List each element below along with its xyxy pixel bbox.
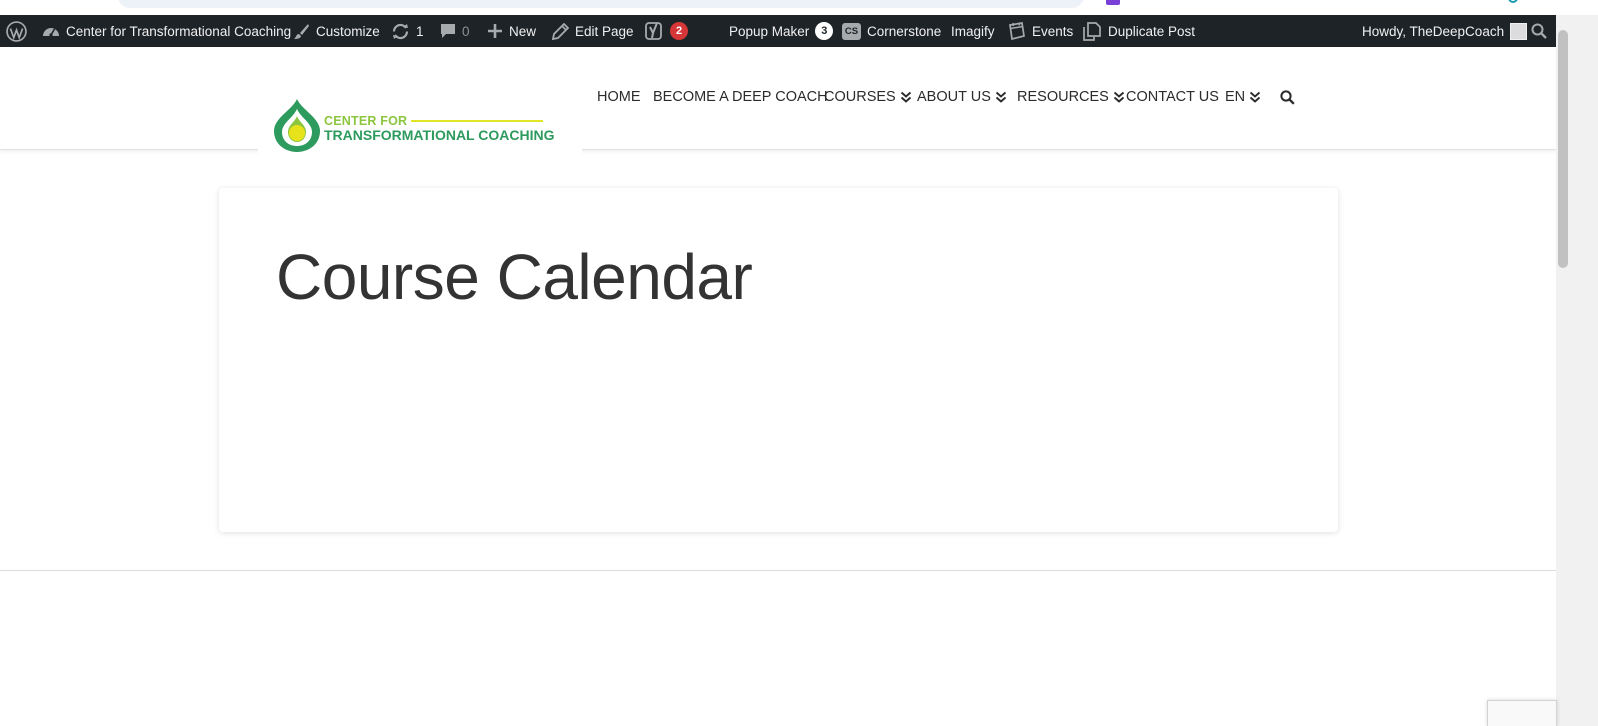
recaptcha-badge — [1487, 700, 1557, 726]
wp-logo-menu[interactable] — [6, 15, 27, 47]
logo-text-line2: TRANSFORMATIONAL COACHING — [324, 127, 555, 143]
comments-link[interactable]: 0 — [440, 15, 470, 47]
nav-label: CONTACT US — [1126, 89, 1219, 105]
yoast-seo-menu[interactable]: 2 — [644, 15, 688, 47]
duplicate-post-label: Duplicate Post — [1108, 23, 1196, 39]
yoast-notification-badge: 2 — [670, 22, 688, 40]
site-name-label: Center for Transformational Coaching — [66, 23, 292, 39]
imagify-label: Imagify — [951, 23, 995, 39]
updates-link[interactable]: 1 — [391, 15, 424, 47]
edit-page-link[interactable]: Edit Page — [552, 15, 634, 47]
cornerstone-label: Cornerstone — [867, 23, 942, 39]
search-icon — [1531, 23, 1547, 39]
section-divider — [0, 570, 1556, 571]
nav-label: ABOUT US — [917, 89, 991, 105]
updates-count: 1 — [416, 23, 424, 39]
my-account-menu[interactable]: Howdy, TheDeepCoach — [1362, 15, 1528, 47]
browser-chrome-strip — [0, 0, 1598, 15]
nav-courses[interactable]: COURSES — [824, 86, 912, 108]
imagify-menu[interactable]: Imagify — [951, 15, 995, 47]
nav-resources[interactable]: RESOURCES — [1017, 86, 1125, 108]
popup-maker-badge: 3 — [815, 22, 834, 40]
wordpress-icon — [6, 20, 27, 42]
wp-admin-bar: Center for Transformational Coaching Cus… — [0, 15, 1598, 47]
nav-contact-us[interactable]: CONTACT US — [1126, 86, 1219, 108]
edit-page-label: Edit Page — [575, 23, 634, 39]
yoast-icon — [645, 22, 662, 40]
nav-label: BECOME A DEEP COACH — [653, 89, 828, 105]
nav-label: COURSES — [824, 89, 896, 105]
dashboard-icon — [43, 28, 59, 37]
pencil-icon — [552, 22, 569, 40]
site-name-menu[interactable]: Center for Transformational Coaching — [42, 15, 291, 47]
nav-language-en[interactable]: EN — [1225, 86, 1261, 108]
events-label: Events — [1032, 23, 1074, 39]
chevron-down-icon — [1113, 91, 1124, 103]
admin-search-button[interactable] — [1531, 15, 1547, 47]
new-content-menu[interactable]: New — [487, 15, 536, 47]
nav-about-us[interactable]: ABOUT US — [917, 86, 1007, 108]
nav-label: RESOURCES — [1017, 89, 1109, 105]
popup-maker-label: Popup Maker — [729, 23, 810, 39]
chevron-down-icon — [900, 91, 911, 103]
address-bar[interactable] — [118, 0, 1084, 8]
extension-icon[interactable] — [1508, 0, 1518, 3]
chevron-down-icon — [995, 91, 1006, 103]
nav-search-button[interactable] — [1280, 86, 1295, 108]
howdy-label: Howdy, TheDeepCoach — [1362, 23, 1505, 39]
nav-become-a-deep-coach[interactable]: BECOME A DEEP COACH — [653, 86, 828, 108]
cornerstone-menu[interactable]: CS Cornerstone — [842, 15, 941, 47]
scrollbar-thumb[interactable] — [1558, 30, 1568, 268]
main-navigation: HOME BECOME A DEEP COACH COURSES ABOUT U… — [0, 86, 1556, 108]
duplicate-post-link[interactable]: Duplicate Post — [1082, 15, 1195, 47]
nav-label: HOME — [597, 89, 641, 105]
new-label: New — [509, 23, 537, 39]
cornerstone-icon: CS — [842, 22, 861, 40]
customize-link[interactable]: Customize — [293, 15, 380, 47]
duplicate-icon — [1083, 21, 1101, 41]
events-menu[interactable]: Events — [1007, 15, 1073, 47]
customize-label: Customize — [316, 23, 380, 39]
avatar — [1510, 22, 1528, 40]
extension-icon[interactable] — [1106, 0, 1120, 5]
popup-maker-menu[interactable]: Popup Maker 3 — [729, 15, 834, 47]
brush-icon — [294, 23, 309, 39]
chevron-down-icon — [1250, 91, 1261, 103]
search-icon — [1280, 89, 1295, 105]
logo-text-line1: CENTER FOR — [324, 114, 408, 128]
refresh-icon — [392, 23, 409, 39]
calendar-icon — [1009, 22, 1025, 40]
plus-icon — [488, 24, 502, 38]
comments-count: 0 — [462, 23, 470, 39]
nav-home[interactable]: HOME — [597, 86, 641, 108]
comment-icon — [441, 24, 455, 38]
nav-label: EN — [1225, 89, 1246, 105]
logo-divider — [411, 120, 543, 122]
page-title: Course Calendar — [276, 241, 753, 313]
